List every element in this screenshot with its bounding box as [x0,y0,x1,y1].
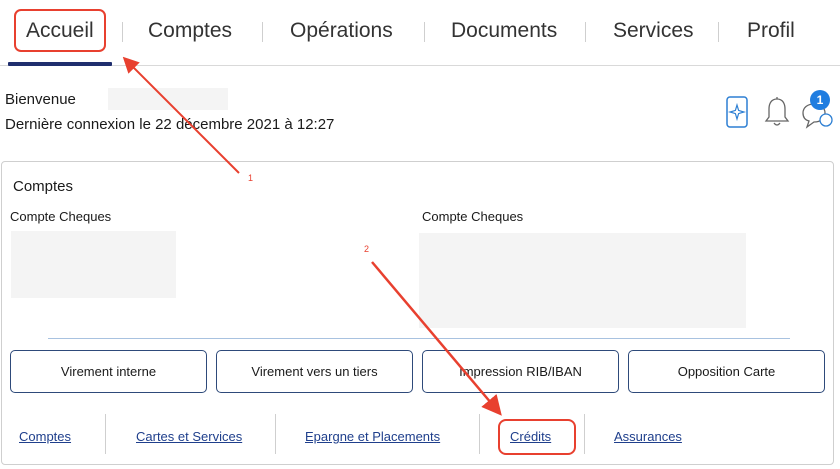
annotation-number-2: 2 [364,244,370,254]
annotation-number-1: 1 [248,173,254,183]
annotation-arrow-2 [371,261,502,416]
annotation-arrow-1 [122,56,240,174]
annotation-arrows [122,56,502,416]
